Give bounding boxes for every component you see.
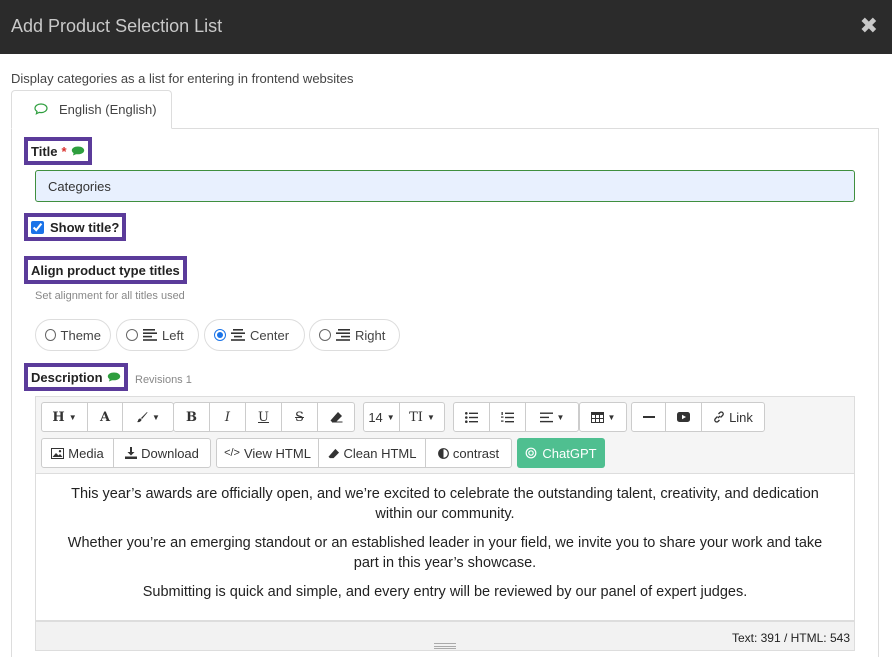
align-option-label: Theme (60, 327, 101, 343)
resize-handle[interactable] (434, 643, 456, 649)
dialog-title: Add Product Selection List (11, 16, 223, 36)
link-button[interactable]: Link (702, 403, 764, 431)
italic-icon[interactable]: I (210, 403, 246, 431)
contrast-label: contrast (452, 445, 500, 461)
underline-icon[interactable]: U (246, 403, 282, 431)
media-label: Media (68, 445, 104, 461)
toolbar-group-list: ▼ (453, 402, 579, 432)
font-size-value: 14 (368, 409, 383, 425)
align-button[interactable]: ▼ (526, 403, 578, 431)
bold-icon[interactable]: B (174, 403, 210, 431)
link-icon (714, 411, 724, 423)
align-label: Align product type titles (31, 262, 180, 278)
horizontal-rule-icon[interactable] (632, 403, 666, 431)
toolbar-group-media: Media Download (41, 438, 211, 468)
tab-english[interactable]: English (English) (11, 90, 172, 129)
eraser-icon[interactable] (318, 403, 354, 431)
text-height-button[interactable]: TI ▼ (400, 403, 444, 431)
dialog-subtitle: Display categories as a list for enterin… (11, 71, 354, 86)
code-icon: </> (224, 447, 240, 459)
download-button[interactable]: Download (114, 439, 210, 467)
title-input[interactable] (35, 170, 855, 202)
align-option-label: Center (250, 327, 290, 343)
radio-theme[interactable] (45, 329, 56, 341)
editor-content[interactable]: This year’s awards are officially open, … (35, 473, 855, 621)
clean-html-button[interactable]: Clean HTML (319, 439, 426, 467)
toolbar-group-format: B I U S (173, 402, 355, 432)
view-html-label: View HTML (243, 445, 311, 461)
image-icon (51, 447, 65, 459)
download-icon (125, 447, 138, 459)
font-button[interactable]: A (88, 403, 123, 431)
paragraph: Whether you’re an emerging standout or a… (67, 535, 823, 571)
align-option-right[interactable]: Right (309, 319, 400, 351)
openai-icon (526, 447, 537, 459)
dialog-header: Add Product Selection List ✖ (0, 0, 892, 54)
heading-icon: H (52, 409, 65, 425)
show-title-checkbox[interactable] (31, 220, 44, 234)
paragraph: This year’s awards are officially open, … (71, 486, 819, 522)
color-button[interactable]: ▼ (123, 403, 173, 431)
contrast-icon (437, 447, 449, 459)
paragraph: Submitting is quick and simple, and ever… (142, 584, 748, 600)
align-option-theme[interactable]: Theme (35, 319, 111, 351)
tab-label: English (English) (59, 102, 157, 117)
bullet-list-icon[interactable] (454, 403, 490, 431)
required-mark: * (61, 143, 67, 159)
align-option-label: Left (162, 327, 184, 343)
font-size-button[interactable]: 14 ▼ (364, 403, 400, 431)
video-icon[interactable] (666, 403, 702, 431)
media-button[interactable]: Media (42, 439, 114, 467)
align-hint: Set alignment for all titles used (35, 290, 185, 302)
toolbar-group-table: ▼ (579, 402, 627, 432)
align-option-label: Right (355, 327, 386, 343)
download-label: Download (141, 445, 199, 461)
show-title-box: Show title? (24, 213, 127, 241)
close-icon[interactable]: ✖ (860, 15, 878, 37)
clean-html-label: Clean HTML (343, 445, 417, 461)
editor-statusbar: Text: 391 / HTML: 543 (35, 621, 855, 651)
align-center-icon (231, 329, 245, 341)
view-html-button[interactable]: </> View HTML (217, 439, 319, 467)
radio-left[interactable] (126, 329, 138, 341)
table-button[interactable]: ▼ (580, 403, 626, 431)
chatgpt-button[interactable]: ChatGPT (517, 438, 605, 468)
text-height-icon: TI (409, 409, 423, 425)
toolbar-group-style: H ▼ A ▼ (41, 402, 174, 432)
description-label-box: Description (24, 363, 128, 391)
toolbar-group-html: </> View HTML Clean HTML contrast (216, 438, 512, 468)
toolbar-group-size: 14 ▼ TI ▼ (363, 402, 445, 432)
description-label: Description (31, 369, 103, 385)
speech-bubble-icon (34, 103, 48, 115)
heading-button[interactable]: H ▼ (42, 403, 88, 431)
align-right-icon (336, 329, 350, 341)
speech-bubble-icon[interactable] (107, 372, 121, 382)
show-title-label: Show title? (50, 219, 120, 235)
radio-center[interactable] (214, 329, 226, 341)
link-label: Link (729, 409, 753, 425)
numbered-list-icon[interactable] (490, 403, 526, 431)
font-icon: A (99, 409, 111, 425)
align-option-center[interactable]: Center (204, 319, 305, 351)
chatgpt-label: ChatGPT (542, 445, 597, 461)
eraser-icon (328, 448, 339, 458)
contrast-button[interactable]: contrast (426, 439, 511, 467)
toolbar-group-insert: Link (631, 402, 765, 432)
title-label-box: Title * (24, 137, 92, 165)
strikethrough-icon[interactable]: S (282, 403, 318, 431)
title-label: Title (31, 143, 58, 159)
radio-right[interactable] (319, 329, 331, 341)
speech-bubble-icon[interactable] (71, 146, 85, 156)
align-option-left[interactable]: Left (116, 319, 199, 351)
revisions-link[interactable]: Revisions 1 (135, 374, 192, 386)
brush-icon (137, 412, 148, 423)
align-icon (539, 412, 553, 422)
editor-toolbar: H ▼ A ▼ B I U S 14 ▼ TI ▼ ▼ ▼ Link Media Do… (35, 396, 855, 474)
character-count: Text: 391 / HTML: 543 (731, 631, 850, 645)
align-label-box: Align product type titles (24, 256, 187, 284)
align-left-icon (143, 329, 157, 341)
table-icon (590, 411, 604, 423)
